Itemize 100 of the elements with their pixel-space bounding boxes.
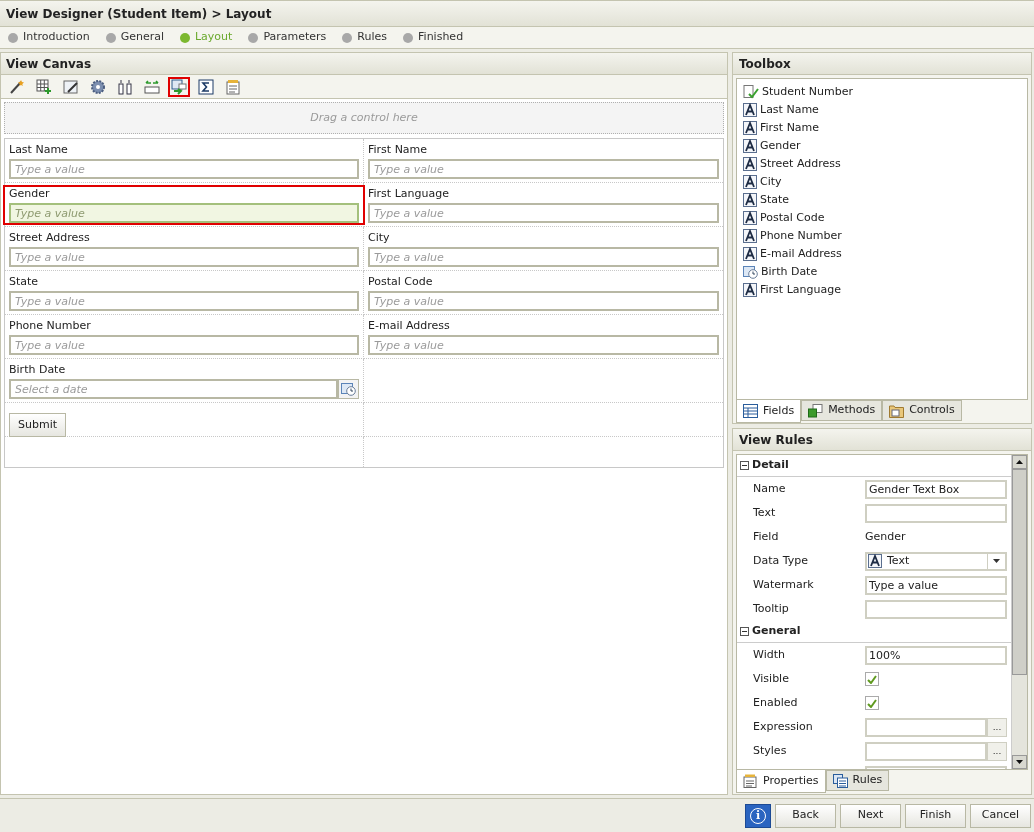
panel-title: View Rules (733, 429, 1031, 451)
toolbox-item[interactable]: City (743, 175, 1021, 189)
wizard-step[interactable]: Finished (403, 29, 464, 46)
caret-icon (993, 559, 1000, 563)
property-input[interactable] (865, 503, 1007, 523)
field-label: First Language (368, 187, 450, 201)
text-input-field[interactable]: Type a value (368, 291, 719, 311)
property-input[interactable] (865, 717, 987, 737)
text-field-icon (743, 157, 757, 171)
wizard-step[interactable]: Parameters (248, 29, 327, 46)
panel-tab[interactable]: Properties (736, 770, 826, 793)
text-field-icon (743, 247, 757, 261)
property-label: Tooltip (753, 600, 790, 617)
checkbox[interactable] (865, 672, 879, 686)
toolbox-item[interactable]: Street Address (743, 157, 1021, 171)
field-label: Street Address (9, 231, 91, 245)
property-label: Data Type (753, 552, 810, 569)
toolbox-item[interactable]: First Language (743, 283, 1021, 297)
panel-tab[interactable]: Methods (801, 400, 883, 421)
footer-button[interactable]: Back (775, 803, 836, 828)
text-field-icon (743, 229, 757, 243)
field-label: Postal Code (368, 275, 434, 289)
field-label: Phone Number (9, 319, 92, 333)
panel-title: Toolbox (733, 53, 1031, 75)
sigma-icon (198, 78, 214, 95)
property-label: Visible (753, 670, 790, 687)
field-label: State (9, 275, 40, 289)
window-title: View Designer (Student Item) > Layout (0, 0, 1034, 27)
text-input-field[interactable]: Type a value (368, 247, 719, 267)
table-add-icon (36, 78, 52, 95)
text-input-field[interactable]: Type a value (9, 335, 359, 355)
toolbox-item[interactable]: Phone Number (743, 229, 1021, 243)
toolbox-item[interactable]: Postal Code (743, 211, 1021, 225)
toolbox-item[interactable]: Student Number (743, 85, 1021, 99)
drop-zone: Drag a control here (4, 102, 724, 134)
text-input-field[interactable]: Type a value (368, 159, 719, 179)
toolbox-item[interactable]: E-mail Address (743, 247, 1021, 261)
swap-arrows-icon (144, 78, 160, 95)
wand-icon (9, 78, 25, 95)
text-input-field[interactable]: Type a value (9, 159, 359, 179)
panel-tab[interactable]: Rules (825, 770, 890, 791)
toolbar-button[interactable] (195, 76, 217, 97)
property-input[interactable] (865, 741, 987, 761)
toolbox-item[interactable]: State (743, 193, 1021, 207)
property-label: Field (753, 528, 780, 545)
browse-button[interactable]: ... (987, 717, 1007, 737)
data-type-dropdown[interactable]: Text (865, 551, 1007, 571)
text-field-icon (743, 121, 757, 135)
property-label: Expression (753, 718, 814, 735)
text-input-field[interactable]: Type a value (368, 203, 719, 223)
field-label: Birth Date (9, 363, 67, 377)
text-field-icon (743, 103, 757, 117)
footer-button[interactable]: Cancel (970, 803, 1031, 828)
text-input-field[interactable]: Type a value (9, 203, 359, 223)
browse-button[interactable]: ... (987, 741, 1007, 761)
properties-icon (743, 774, 758, 788)
wizard-step[interactable]: General (105, 29, 164, 46)
text-input-field[interactable]: Type a value (9, 291, 359, 311)
panel-tab[interactable]: Fields (736, 400, 802, 423)
edit-form-icon (63, 78, 79, 95)
property-label: Width (753, 646, 786, 663)
toolbar-button[interactable] (168, 76, 190, 97)
property-label: Styles (753, 742, 788, 759)
field-label: E-mail Address (368, 319, 451, 333)
field-label: Gender (9, 187, 51, 201)
text-field-icon (743, 283, 757, 297)
calendar-button[interactable] (338, 379, 359, 399)
form-arrow-icon (171, 78, 187, 95)
toolbox-item[interactable]: Gender (743, 139, 1021, 153)
panel-tab[interactable]: Controls (882, 400, 962, 421)
text-field-icon (743, 193, 757, 207)
info-button[interactable]: i (745, 803, 771, 828)
footer-button[interactable]: Next (840, 803, 901, 828)
submit-button[interactable]: Submit (9, 413, 67, 438)
collapse-icon[interactable] (740, 461, 749, 470)
date-input-field[interactable]: Select a date (9, 379, 338, 399)
toolbox-item[interactable]: Last Name (743, 103, 1021, 117)
property-input[interactable]: 100% (865, 645, 1007, 665)
folder-controls-icon (889, 403, 905, 418)
key-field-icon (743, 85, 759, 99)
rules-pages-icon (832, 773, 848, 788)
text-field-icon (743, 175, 757, 189)
wizard-step[interactable]: Rules (342, 29, 388, 46)
field-label: First Name (368, 143, 429, 157)
toolbox-item[interactable]: Birth Date (743, 265, 1021, 279)
wizard-step[interactable]: Introduction (8, 29, 90, 46)
property-input[interactable]: Gender Text Box (865, 479, 1007, 499)
toolbox-item[interactable]: First Name (743, 121, 1021, 135)
text-input-field[interactable]: Type a value (368, 335, 719, 355)
property-input[interactable]: Type a value (865, 575, 1007, 595)
property-label: Text (753, 504, 777, 521)
collapse-icon[interactable] (740, 627, 749, 636)
grid-list-icon (743, 404, 758, 418)
property-input[interactable] (865, 599, 1007, 619)
checkbox[interactable] (865, 696, 879, 710)
calendar-clock-icon (341, 382, 356, 396)
footer-button[interactable]: Finish (905, 803, 966, 828)
scroll-bar[interactable] (1011, 455, 1027, 769)
text-input-field[interactable]: Type a value (9, 247, 359, 267)
property-label: Watermark (753, 576, 815, 593)
